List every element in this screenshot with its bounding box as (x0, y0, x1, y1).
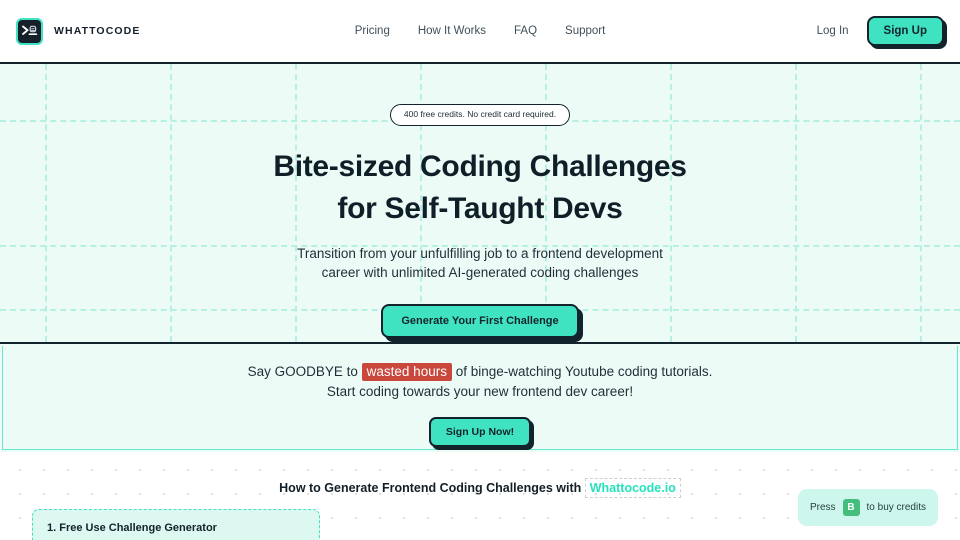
nav-item-support[interactable]: Support (565, 25, 605, 37)
keycap-b-icon: B (842, 499, 860, 516)
how-to-title-text: How to Generate Frontend Coding Challeng… (279, 481, 585, 495)
free-credits-badge: 400 free credits. No credit card require… (389, 104, 571, 126)
page-root: WHATTOCODE Pricing How It Works FAQ Supp… (0, 0, 960, 540)
page-title: Bite-sized Coding Challenges for Self-Ta… (0, 146, 960, 230)
nav-item-faq[interactable]: FAQ (514, 25, 537, 37)
headline-line-2: for Self-Taught Devs (337, 191, 623, 225)
signup-button[interactable]: Sign Up (866, 16, 944, 46)
buy-credits-widget[interactable]: Press B to buy credits (797, 489, 938, 526)
whattocode-link[interactable]: Whattocode.io (584, 478, 681, 498)
brand-name: WHATTOCODE (54, 25, 141, 37)
login-link[interactable]: Log In (817, 25, 849, 37)
hero-section: 400 free credits. No credit card require… (0, 64, 960, 342)
value-prop-line1-pre: Say GOODBYE to (247, 364, 362, 379)
value-prop-line1-post: of binge-watching Youtube coding tutoria… (451, 364, 713, 379)
hero-subheading: Transition from your unfulfilling job to… (0, 244, 960, 283)
nav-item-pricing[interactable]: Pricing (355, 25, 390, 37)
step-card[interactable]: 1. Free Use Challenge Generator (32, 509, 320, 540)
site-header: WHATTOCODE Pricing How It Works FAQ Supp… (0, 0, 960, 64)
signup-now-button[interactable]: Sign Up Now! (428, 416, 532, 447)
subhead-line-2: career with unlimited AI-generated codin… (321, 265, 639, 281)
value-prop-line2: Start coding towards your new frontend d… (326, 384, 634, 400)
step-card-label: 1. Free Use Challenge Generator (47, 522, 217, 534)
credits-suffix-label: to buy credits (866, 502, 926, 513)
header-actions: Log In Sign Up (817, 16, 944, 46)
wasted-hours-highlight: wasted hours (361, 363, 452, 381)
value-prop-text: Say GOODBYE to wasted hours of binge-wat… (0, 362, 960, 403)
headline-line-1: Bite-sized Coding Challenges (273, 149, 687, 183)
value-prop-section: Say GOODBYE to wasted hours of binge-wat… (0, 342, 960, 452)
credits-press-label: Press (809, 502, 836, 513)
hero-content: 400 free credits. No credit card require… (0, 64, 960, 338)
terminal-prompt-icon (16, 17, 43, 45)
value-prop-content: Say GOODBYE to wasted hours of binge-wat… (0, 344, 960, 447)
generate-first-challenge-button[interactable]: Generate Your First Challenge (381, 303, 579, 338)
brand-logo[interactable]: WHATTOCODE (16, 17, 141, 45)
subhead-line-1: Transition from your unfulfilling job to… (297, 245, 663, 261)
nav-item-how-it-works[interactable]: How It Works (418, 25, 486, 37)
